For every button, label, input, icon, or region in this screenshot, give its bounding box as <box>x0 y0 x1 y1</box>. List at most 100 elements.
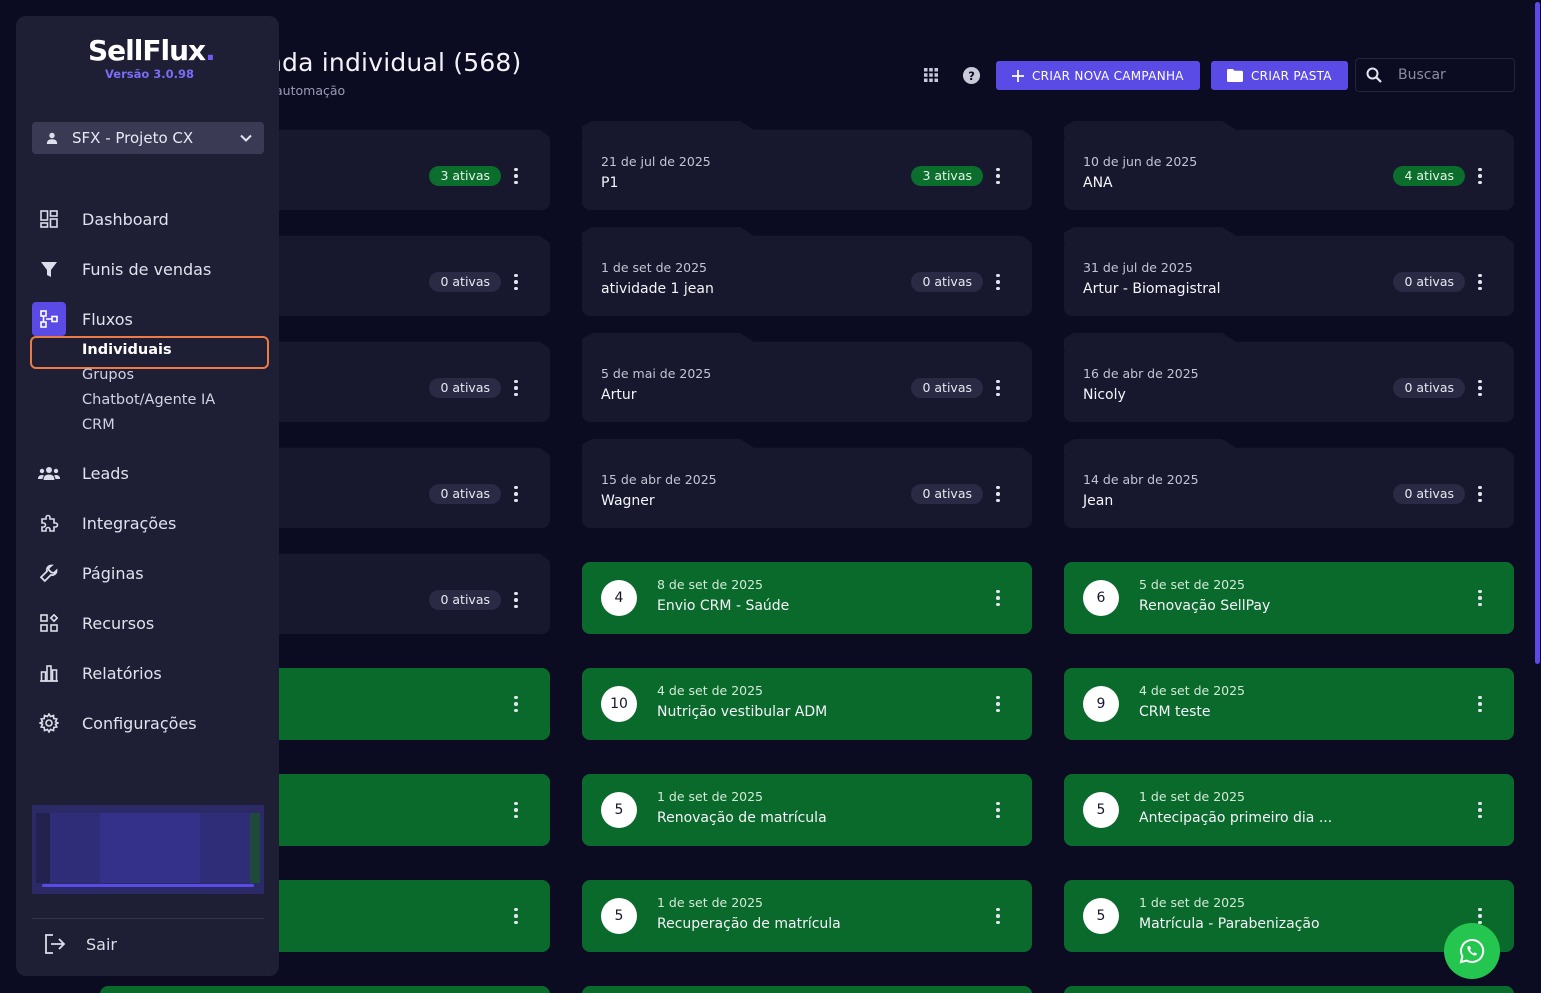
nav-reports[interactable]: Relatórios <box>32 656 264 690</box>
flow-count-badge: 4 <box>601 580 637 616</box>
more-options-icon[interactable] <box>512 694 520 714</box>
folder-card[interactable]: 10 de jun de 2025 ANA 4 ativas <box>1064 121 1514 210</box>
brand-logo-text: SellFlux <box>88 34 206 67</box>
more-options-icon[interactable] <box>994 272 1002 292</box>
flow-card[interactable]: 6 5 de set de 2025 Renovação SellPay <box>1064 562 1514 634</box>
more-options-icon[interactable] <box>512 484 520 504</box>
people-icon <box>32 456 66 490</box>
more-options-icon[interactable] <box>512 272 520 292</box>
puzzle-icon <box>32 506 66 540</box>
card-date: 31 de jul de 2025 <box>1083 260 1193 275</box>
nav-settings[interactable]: Configurações <box>32 706 264 740</box>
folder-card[interactable]: 1 de set de 2025 atividade 1 jean 0 ativas <box>582 227 1032 316</box>
logout-button[interactable]: Sair <box>44 929 117 959</box>
card-date: 8 de set de 2025 <box>657 577 764 592</box>
flow-card[interactable]: 1 de set de 2025 <box>582 986 1032 993</box>
more-options-icon[interactable] <box>1476 378 1484 398</box>
folder-card[interactable]: 5 de mai de 2025 Artur 0 ativas <box>582 333 1032 422</box>
more-options-icon[interactable] <box>512 378 520 398</box>
search-input[interactable] <box>1398 67 1498 83</box>
card-name: CRM teste <box>1139 704 1211 720</box>
flow-card-grid: 3 ativas 21 de jul de 2025 P1 3 ativas 10 de… <box>100 121 1514 993</box>
card-date: 16 de abr de 2025 <box>1083 366 1199 381</box>
project-selector[interactable]: SFX - Projeto CX <box>32 122 264 154</box>
nav-resources[interactable]: Recursos <box>32 606 264 640</box>
active-count-badge: 3 ativas <box>429 166 501 186</box>
flow-card[interactable]: 1 de set de 2025 <box>1064 986 1514 993</box>
folder-card[interactable]: 31 de jul de 2025 Artur - Biomagistral 0 a… <box>1064 227 1514 316</box>
nav-funnels[interactable]: Funis de vendas <box>32 252 264 286</box>
card-name: Antecipação primeiro dia ... <box>1139 810 1333 826</box>
nav-flows-label: Fluxos <box>82 309 133 329</box>
more-options-icon[interactable] <box>1476 694 1484 714</box>
submenu-individuais[interactable]: Individuais <box>82 342 172 358</box>
more-options-icon[interactable] <box>1476 588 1484 608</box>
submenu-grupos[interactable]: Grupos <box>82 367 134 383</box>
more-options-icon[interactable] <box>994 378 1002 398</box>
card-date: 10 de jun de 2025 <box>1083 154 1198 169</box>
create-folder-label: CRIAR PASTA <box>1251 68 1332 83</box>
more-options-icon[interactable] <box>994 694 1002 714</box>
whatsapp-chat-button[interactable] <box>1444 923 1500 979</box>
card-name: P1 <box>601 175 619 191</box>
more-options-icon[interactable] <box>512 166 520 186</box>
nav-leads-label: Leads <box>82 463 129 483</box>
card-name: ANA <box>1083 175 1113 191</box>
flow-count-badge: 5 <box>601 898 637 934</box>
flow-card[interactable]: 9 4 de set de 2025 CRM teste <box>1064 668 1514 740</box>
flow-card[interactable]: 5 1 de set de 2025 Renovação de matrícula <box>582 774 1032 846</box>
more-options-icon[interactable] <box>512 800 520 820</box>
scrollbar-thumb[interactable] <box>1535 2 1540 664</box>
more-options-icon[interactable] <box>994 166 1002 186</box>
nav-leads[interactable]: Leads <box>32 456 264 490</box>
folder-card[interactable]: 15 de abr de 2025 Wagner 0 ativas <box>582 439 1032 528</box>
nav-integrations[interactable]: Integrações <box>32 506 264 540</box>
more-options-icon[interactable] <box>512 906 520 926</box>
page-scrollbar[interactable] <box>1533 0 1541 993</box>
apps-grid-icon[interactable] <box>920 64 942 86</box>
create-campaign-button[interactable]: CRIAR NOVA CAMPANHA <box>996 61 1200 90</box>
card-date: 1 de set de 2025 <box>1139 895 1246 910</box>
nav-pages[interactable]: Páginas <box>32 556 264 590</box>
promo-banner[interactable] <box>32 805 264 894</box>
card-body <box>582 562 1032 634</box>
search-icon <box>1366 67 1382 83</box>
sidebar: SellFlux. Versão 3.0.98 SFX - Projeto CX… <box>16 16 279 976</box>
flow-card[interactable]: 5 1 de set de 2025 Antecipação primeiro di… <box>1064 774 1514 846</box>
nav-reports-label: Relatórios <box>82 663 162 683</box>
card-name: Artur - Biomagistral <box>1083 281 1221 297</box>
submenu-chatbot[interactable]: Chatbot/Agente IA <box>82 392 215 408</box>
more-options-icon[interactable] <box>994 588 1002 608</box>
more-options-icon[interactable] <box>994 906 1002 926</box>
whatsapp-icon <box>1459 938 1485 964</box>
active-count-badge: 3 ativas <box>911 166 983 186</box>
folder-card[interactable]: 21 de jul de 2025 P1 3 ativas <box>582 121 1032 210</box>
active-count-badge: 0 ativas <box>911 272 983 292</box>
apps-icon <box>32 606 66 640</box>
search-box[interactable] <box>1355 58 1515 92</box>
more-options-icon[interactable] <box>994 484 1002 504</box>
flow-card[interactable]: 5 1 de set de 2025 Recuperação de matrícul… <box>582 880 1032 952</box>
submenu-crm[interactable]: CRM <box>82 417 115 433</box>
flow-card[interactable]: 4 8 de set de 2025 Envio CRM - Saúde <box>582 562 1032 634</box>
more-options-icon[interactable] <box>1476 484 1484 504</box>
more-options-icon[interactable] <box>1476 166 1484 186</box>
folder-card[interactable]: 14 de abr de 2025 Jean 0 ativas <box>1064 439 1514 528</box>
nav-dashboard[interactable]: Dashboard <box>32 202 264 236</box>
active-count-badge: 0 ativas <box>911 484 983 504</box>
more-options-icon[interactable] <box>512 590 520 610</box>
flow-card[interactable]: 1 de set de 2025 <box>100 986 550 993</box>
logout-icon <box>45 934 66 954</box>
nav-flows[interactable]: Fluxos <box>32 302 264 336</box>
app-version: Versão 3.0.98 <box>105 67 194 81</box>
folder-card[interactable]: 16 de abr de 2025 Nicoly 0 ativas <box>1064 333 1514 422</box>
create-folder-button[interactable]: CRIAR PASTA <box>1211 61 1348 90</box>
nav-pages-label: Páginas <box>82 563 144 583</box>
dashboard-icon <box>32 202 66 236</box>
help-icon[interactable]: ? <box>960 64 982 86</box>
card-name: Renovação SellPay <box>1139 598 1271 614</box>
more-options-icon[interactable] <box>1476 800 1484 820</box>
more-options-icon[interactable] <box>1476 272 1484 292</box>
more-options-icon[interactable] <box>994 800 1002 820</box>
flow-card[interactable]: 10 4 de set de 2025 Nutrição vestibular AD… <box>582 668 1032 740</box>
